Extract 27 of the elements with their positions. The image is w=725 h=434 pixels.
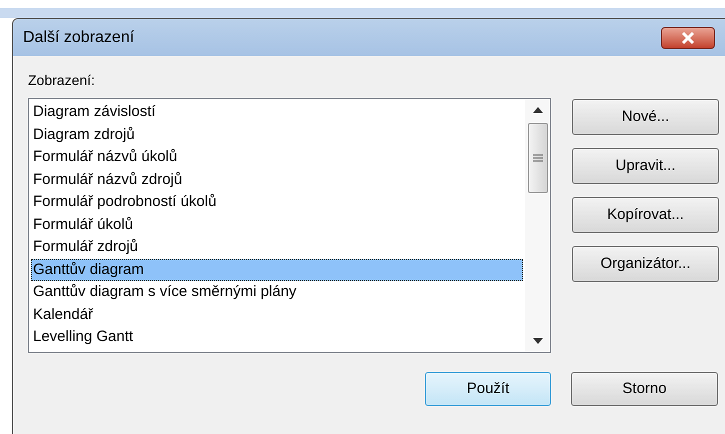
grip-icon bbox=[532, 154, 542, 162]
list-label: Zobrazení: bbox=[28, 71, 96, 90]
scroll-up-icon bbox=[532, 107, 542, 114]
scrollbar[interactable] bbox=[525, 99, 550, 352]
scroll-down-icon bbox=[532, 338, 542, 344]
side-button[interactable]: Kopírovat... bbox=[572, 197, 719, 234]
side-button[interactable]: Nové... bbox=[572, 99, 719, 136]
list-item[interactable]: Formulář názvů zdrojů bbox=[31, 168, 523, 192]
list-item[interactable]: Ganttův diagram s více směrnými plány bbox=[31, 281, 523, 304]
scroll-thumb[interactable] bbox=[528, 123, 548, 194]
close-button[interactable] bbox=[661, 26, 715, 49]
list-item[interactable]: Formulář podrobností úkolů bbox=[31, 191, 523, 214]
list-item[interactable]: Kalendář bbox=[31, 304, 523, 326]
side-button[interactable]: Upravit... bbox=[572, 148, 719, 184]
side-button[interactable]: Organizátor... bbox=[572, 246, 719, 282]
list-item[interactable]: Formulář názvů úkolů bbox=[31, 146, 523, 169]
list-item[interactable]: Levelling Gantt bbox=[31, 326, 523, 349]
window-title: Další zobrazení bbox=[23, 28, 134, 48]
dialog-button[interactable]: Použít bbox=[425, 372, 551, 406]
list-item[interactable]: Formulář úkolů bbox=[31, 214, 523, 236]
list-item[interactable]: Ganttův diagram bbox=[31, 258, 523, 282]
dialog-button[interactable]: Storno bbox=[571, 372, 718, 406]
close-icon bbox=[681, 32, 695, 44]
list-item[interactable]: Formulář zdrojů bbox=[31, 236, 523, 259]
list-item[interactable]: Diagram závislostí bbox=[31, 101, 523, 124]
list-item[interactable]: Diagram zdrojů bbox=[31, 124, 523, 146]
views-list[interactable] bbox=[28, 98, 551, 354]
